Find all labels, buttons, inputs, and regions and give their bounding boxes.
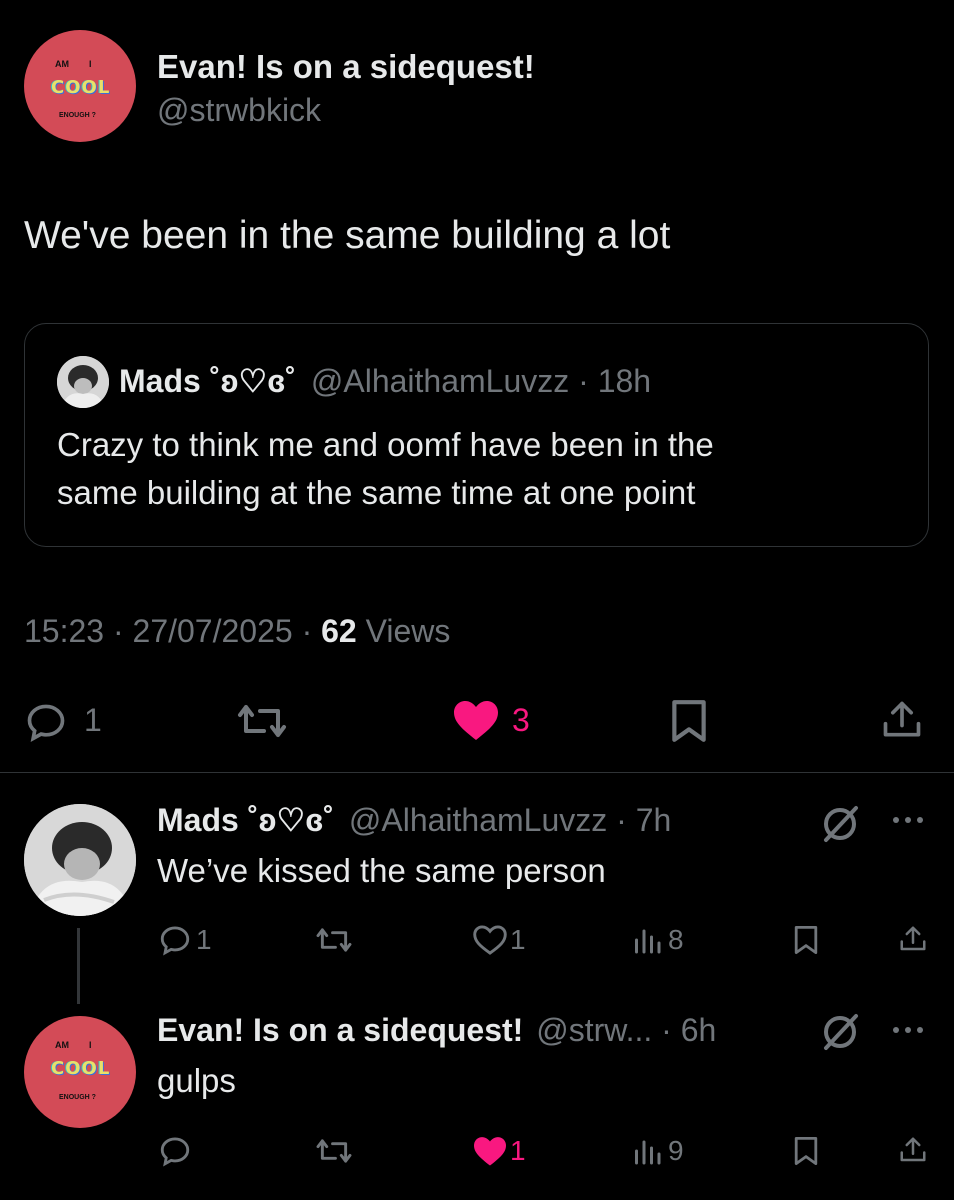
quote-author-name: Mads ˚ʚ♡ɞ˚ [119, 363, 296, 399]
reply-2-text: gulps [157, 1062, 236, 1099]
reply-2-header: Evan! Is on a sidequest! @strw... · 6h [157, 1012, 716, 1049]
reply-2-avatar-text-cool: COOL [51, 1058, 111, 1079]
reply-2-time: 6h [680, 1012, 717, 1048]
reply-2-more-icon[interactable] [888, 1024, 928, 1036]
reply-1-author-handle[interactable]: @AlhaithamLuvzz [349, 802, 607, 838]
reply-2-author-handle[interactable]: @strw... [536, 1012, 652, 1048]
reply-2-avatar[interactable]: AM I COOL ENOUGH ? [24, 1016, 136, 1128]
reply-2-reply-icon[interactable] [158, 1134, 192, 1168]
quote-separator: · [578, 363, 589, 399]
author-handle[interactable]: @strwbkick [157, 92, 321, 129]
reply-1-author-name[interactable]: Mads ˚ʚ♡ɞ˚ [157, 802, 334, 838]
like-icon-filled[interactable] [452, 698, 500, 742]
quote-text-line1: Crazy to think me and oomf have been in … [57, 426, 714, 463]
quote-author-avatar [57, 356, 109, 408]
reply-2-avatar-text-enough: ENOUGH ? [59, 1094, 96, 1101]
views-count: 62 [321, 613, 357, 649]
reply-1-avatar[interactable] [24, 804, 136, 916]
reply-1-more-icon[interactable] [888, 814, 928, 826]
reply-2-author-name[interactable]: Evan! Is on a sidequest! [157, 1012, 523, 1048]
reply-2-like-count: 1 [510, 1135, 526, 1166]
reply-1-reply-icon[interactable] [158, 923, 192, 957]
avatar-text-enough: ENOUGH ? [59, 112, 96, 119]
reply-1-separator: · [616, 802, 627, 838]
avatar-text-cool: COOL [51, 77, 111, 98]
reply-2-like-icon-filled[interactable] [472, 1135, 508, 1167]
reply-count: 1 [84, 702, 102, 738]
reply-2-avatar-text-am: AM [55, 1040, 69, 1050]
reply-1-views-count: 8 [668, 924, 684, 955]
author-name[interactable]: Evan! Is on a sidequest! [157, 48, 535, 86]
tweet-time: 15:23 [24, 613, 105, 649]
reply-1-like-icon[interactable] [472, 924, 508, 956]
divider [0, 772, 954, 773]
views-label: Views [365, 613, 451, 649]
reply-1-text: We’ve kissed the same person [157, 852, 606, 889]
retweet-icon[interactable] [232, 699, 292, 743]
reply-1-share-icon[interactable] [898, 924, 928, 954]
avatar-text-am: AM [55, 59, 69, 69]
reply-2-avatar-text-i: I [89, 1040, 92, 1050]
reply-2-views-icon[interactable] [632, 1136, 662, 1166]
thread-line [77, 928, 80, 1004]
tweet-meta: 15:23 · 27/07/2025 · 62 Views [24, 613, 450, 650]
meta-separator: · [112, 613, 124, 649]
reply-1-like-count: 1 [510, 924, 526, 955]
author-avatar[interactable]: AM I COOL ENOUGH ? [24, 30, 136, 142]
reply-1-grok-icon[interactable] [820, 804, 860, 844]
reply-2-bookmark-icon[interactable] [792, 1135, 820, 1167]
bookmark-icon[interactable] [668, 698, 710, 744]
reply-2-grok-icon[interactable] [820, 1012, 860, 1052]
quote-time: 18h [597, 363, 652, 399]
reply-icon[interactable] [24, 700, 68, 744]
tweet-text: We've been in the same building a lot [24, 214, 671, 257]
share-icon[interactable] [880, 698, 924, 742]
reply-1-reply-count: 1 [196, 924, 212, 955]
reply-2-share-icon[interactable] [898, 1135, 928, 1165]
quote-author-handle: @AlhaithamLuvzz [310, 363, 570, 399]
quote-text-line2: same building at the same time at one po… [57, 474, 696, 511]
reply-2-retweet-icon[interactable] [312, 1135, 356, 1167]
tweet-date: 27/07/2025 [132, 613, 293, 649]
reply-1-bookmark-icon[interactable] [792, 924, 820, 956]
reply-2-views-count: 9 [668, 1135, 684, 1166]
meta-separator-2: · [301, 613, 313, 649]
reply-1-views-icon[interactable] [632, 925, 662, 955]
like-count: 3 [512, 702, 530, 738]
avatar-text-i: I [89, 59, 92, 69]
reply-2-separator: · [661, 1012, 672, 1048]
reply-1-header: Mads ˚ʚ♡ɞ˚ @AlhaithamLuvzz · 7h [157, 801, 671, 839]
reply-1-retweet-icon[interactable] [312, 924, 356, 956]
quoted-tweet[interactable]: Mads ˚ʚ♡ɞ˚ @AlhaithamLuvzz · 18h Crazy t… [24, 323, 929, 547]
reply-1-time: 7h [635, 802, 672, 838]
